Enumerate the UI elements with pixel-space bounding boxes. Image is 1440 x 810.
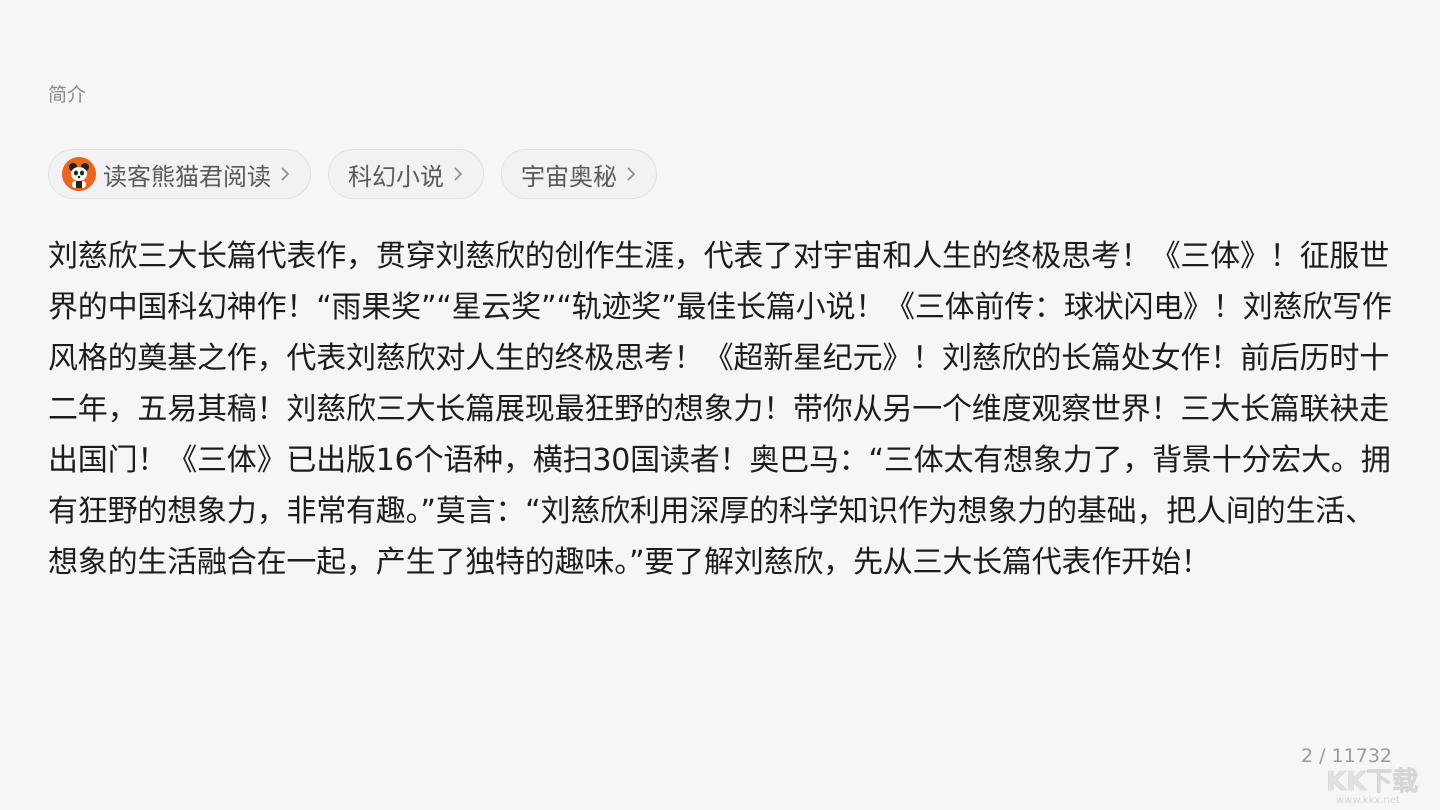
section-label: 简介: [48, 84, 87, 106]
watermark-text: KK下载: [1326, 767, 1418, 797]
chevron-right-icon: [280, 166, 290, 182]
watermark-logo: KK下载 www.kkx.net: [1322, 760, 1432, 806]
tag-label: 宇宙奥秘: [521, 162, 617, 191]
chevron-right-icon: [626, 166, 636, 182]
panda-avatar-icon: [62, 157, 96, 191]
book-description: 刘慈欣三大长篇代表作，贯穿刘慈欣的创作生涯，代表了对宇宙和人生的终极思考！《三体…: [48, 239, 1392, 580]
chevron-right-icon: [453, 166, 463, 182]
tag-topic[interactable]: 宇宙奥秘: [501, 149, 657, 199]
tag-list: 读客熊猫君阅读 科幻小说 宇宙奥秘: [48, 149, 657, 199]
tag-publisher[interactable]: 读客熊猫君阅读: [48, 149, 311, 199]
watermark-url: www.kkx.net: [1336, 795, 1400, 806]
tag-label: 读客熊猫君阅读: [103, 162, 271, 191]
tag-label: 科幻小说: [348, 162, 444, 191]
tag-genre[interactable]: 科幻小说: [328, 149, 484, 199]
